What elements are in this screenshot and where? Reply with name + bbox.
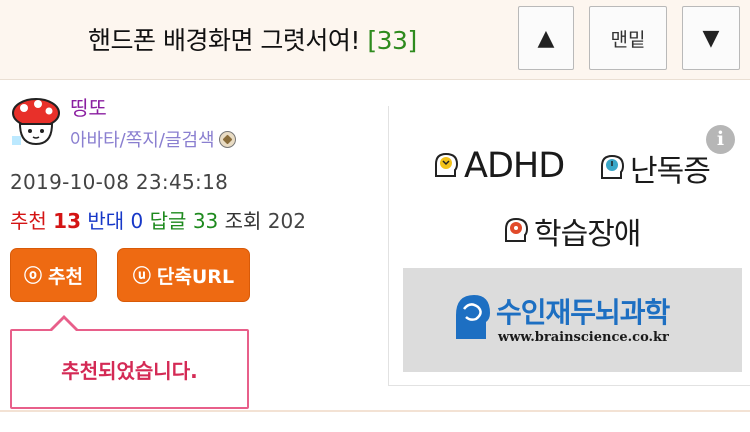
triangle-up-icon: ▲ (537, 25, 555, 51)
tooltip-arrow-inner (51, 319, 77, 332)
brain-head-icon (601, 154, 625, 179)
tooltip-message: 추천되었습니다. (61, 358, 198, 383)
scroll-top-button[interactable]: ▲ (518, 6, 574, 70)
reply-label: 답글 (149, 209, 187, 233)
author-links-text[interactable]: 아바타/쪽지/글검색 (70, 130, 215, 151)
recommend-label: 추천 (10, 209, 47, 233)
post-header: 핸드폰 배경화면 그렷서여! [33] ▲ 맨밑 ▼ (0, 0, 750, 80)
ad-item-adhd-label: ADHD (464, 146, 565, 186)
reply-count: 33 (192, 209, 219, 233)
brand-url[interactable]: www.brainscience.co.kr (498, 330, 669, 345)
post-stats: 추천 13 반대 0 답글 33 조회 202 (10, 205, 306, 234)
scroll-bottom-button[interactable]: 맨밑 (589, 6, 667, 70)
author-nickname[interactable]: 띵또 (70, 92, 107, 121)
view-count: 202 (267, 209, 306, 233)
brand-name[interactable]: 수인재두뇌과학 (496, 291, 670, 331)
recommend-circle-icon: ⓞ (24, 266, 43, 287)
recommend-button-label: 추천 (48, 265, 83, 288)
ad-item-dyslexia-label: 난독증 (630, 154, 711, 189)
info-icon[interactable]: i (706, 125, 735, 154)
author-links[interactable]: 아바타/쪽지/글검색 (70, 126, 236, 152)
short-url-button[interactable]: ⓤ 단축URL (117, 248, 250, 302)
recommend-button[interactable]: ⓞ 추천 (10, 248, 97, 302)
recommend-tooltip: 추천되었습니다. (10, 329, 249, 409)
oppose-label: 반대 (87, 209, 125, 233)
scroll-bottom-label: 맨밑 (610, 28, 646, 51)
view-label: 조회 (224, 209, 262, 233)
recommend-count: 13 (53, 209, 82, 233)
brand-logo-icon (450, 291, 494, 343)
mushroom-avatar-icon[interactable] (10, 96, 62, 148)
post-title-text: 핸드폰 배경화면 그렷서여! (88, 26, 360, 55)
brain-head-icon (505, 217, 529, 242)
brain-head-icon (435, 152, 459, 177)
ad-item-learning-label: 학습장애 (534, 217, 641, 252)
ad-item-adhd[interactable]: ADHD (430, 146, 565, 186)
comment-count[interactable]: [33] (367, 26, 417, 55)
oppose-count: 0 (130, 209, 144, 233)
post-title: 핸드폰 배경화면 그렷서여! [33] (88, 21, 417, 57)
url-circle-icon: ⓤ (132, 266, 151, 287)
post-datetime: 2019-10-08 23:45:18 (10, 170, 229, 194)
section-divider (0, 410, 750, 412)
next-post-button[interactable]: ▼ (682, 6, 740, 70)
level-badge-icon (218, 131, 236, 148)
ad-item-dyslexia[interactable]: 난독증 (596, 146, 711, 190)
ad-item-learning[interactable]: 학습장애 (500, 209, 641, 253)
short-url-button-label: 단축URL (156, 265, 235, 288)
triangle-down-icon: ▼ (702, 25, 720, 51)
